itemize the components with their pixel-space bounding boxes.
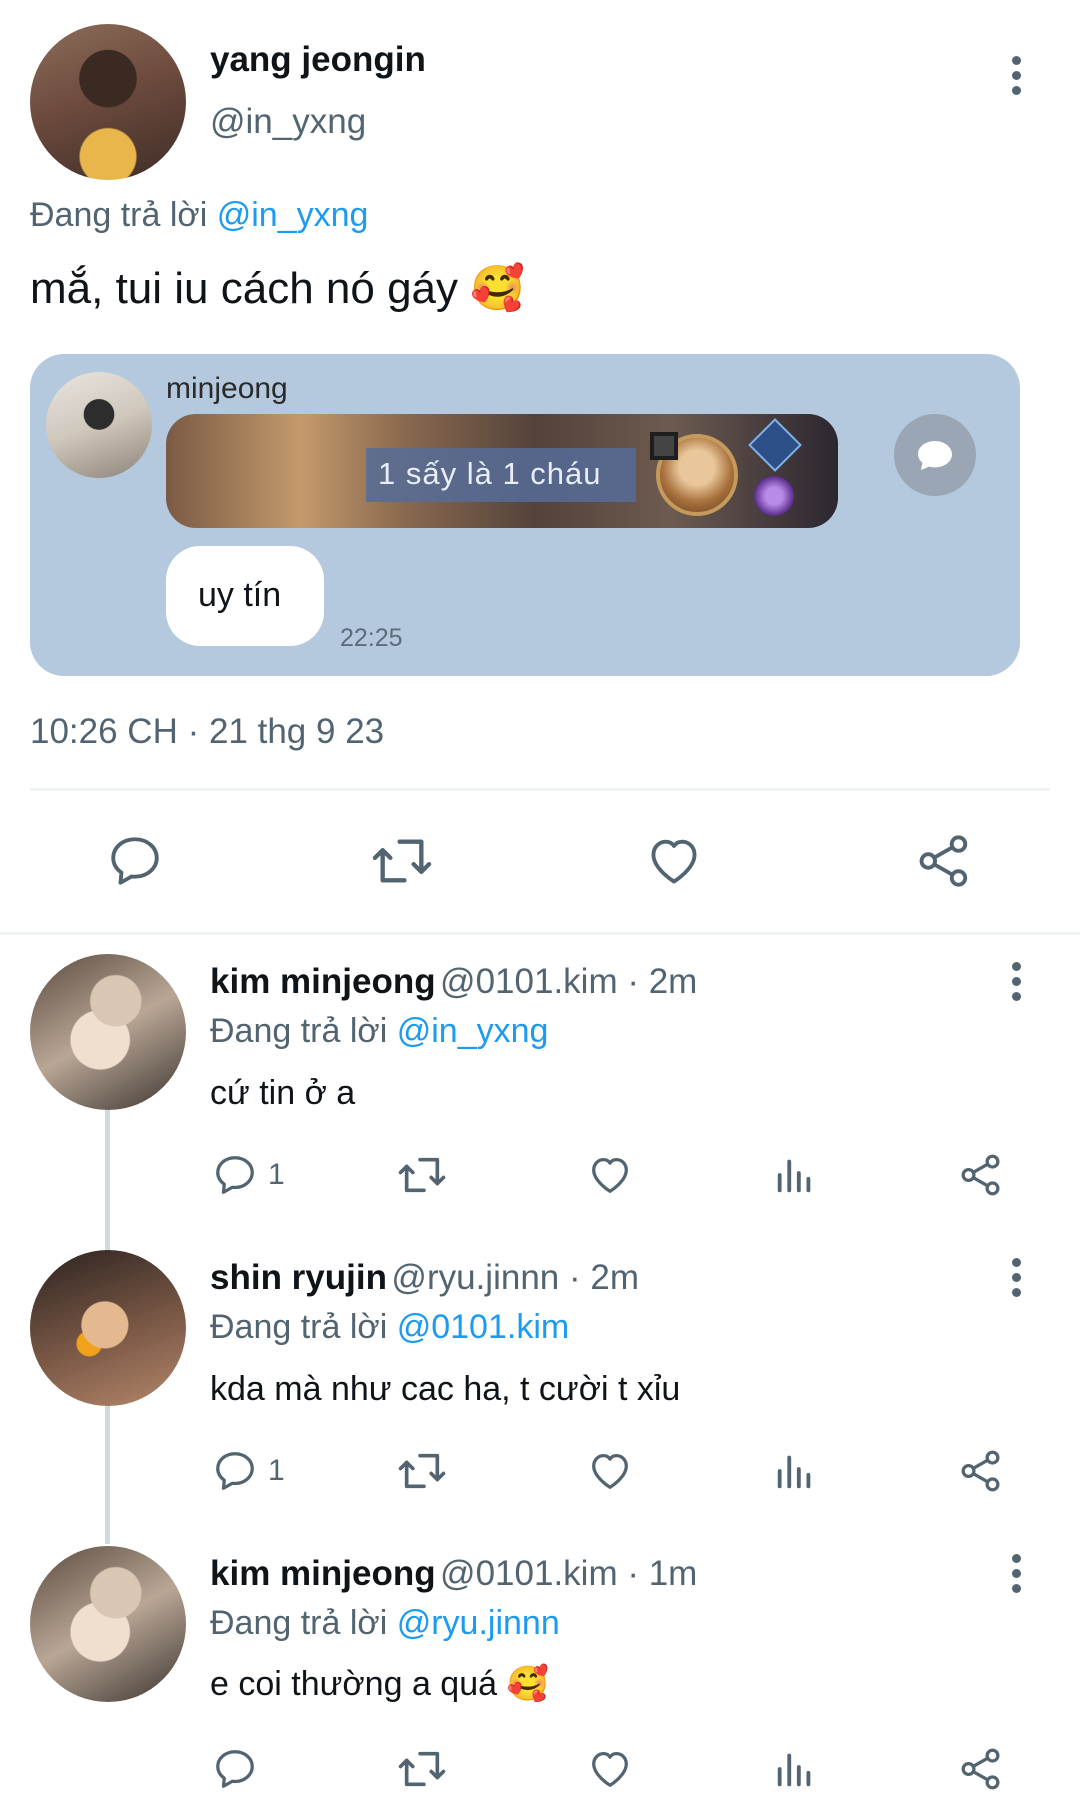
share-icon[interactable] (958, 1448, 1004, 1494)
thread-line (105, 1110, 110, 1250)
game-caption: 1 sấy là 1 cháu (378, 456, 602, 491)
reply-to-line: Đang trả lời @0101.kim (210, 1308, 569, 1347)
reply-display-name[interactable]: shin ryujin (210, 1258, 387, 1297)
like-icon[interactable] (644, 832, 704, 890)
chat-share-button (894, 414, 976, 496)
author-handle[interactable]: @in_yxng (210, 102, 366, 142)
retweet-icon[interactable] (396, 1448, 448, 1494)
reply-icon[interactable] (212, 1746, 258, 1792)
section-divider (0, 932, 1080, 935)
reply-header: shin ryujin @ryu.jinnn · 2m (210, 1258, 639, 1298)
reply-icon[interactable] (106, 832, 164, 890)
reply-text: kda mà như cac ha, t cười t xỉu (210, 1370, 681, 1408)
attached-image[interactable]: minjeong 1 sấy là 1 cháu uy tín 22:25 (30, 354, 1020, 676)
like-icon[interactable] (586, 1746, 634, 1792)
orb-icon (754, 476, 794, 516)
like-icon[interactable] (586, 1448, 634, 1494)
divider (30, 788, 1050, 791)
reply-handle-time[interactable]: @0101.kim · 2m (440, 962, 697, 1001)
views-icon[interactable] (772, 1448, 818, 1494)
reply-count: 1 (268, 1454, 285, 1487)
views-icon[interactable] (772, 1152, 818, 1198)
reply-text: cứ tin ở a (210, 1074, 356, 1112)
like-icon[interactable] (586, 1152, 634, 1198)
reply-header: kim minjeong @0101.kim · 1m (210, 1554, 697, 1594)
frame-square (650, 432, 678, 460)
reply-avatar[interactable] (30, 1546, 186, 1702)
reply-mention-link[interactable]: @in_yxng (217, 196, 369, 234)
reply-count: 1 (268, 1158, 285, 1191)
chat-time: 22:25 (340, 624, 403, 652)
reply-icon[interactable] (212, 1152, 258, 1198)
more-options-icon[interactable] (1010, 1258, 1022, 1298)
thread-line (105, 1406, 110, 1544)
reply-display-name[interactable]: kim minjeong (210, 962, 436, 1001)
share-icon[interactable] (958, 1152, 1004, 1198)
reply-prefix: Đang trả lời (210, 1308, 388, 1346)
share-icon[interactable] (958, 1746, 1004, 1792)
reply-handle-time[interactable]: @ryu.jinnn · 2m (391, 1258, 639, 1297)
chat-sender-avatar (46, 372, 152, 478)
retweet-icon[interactable] (396, 1152, 448, 1198)
more-options-icon[interactable] (1010, 1554, 1022, 1594)
reply-avatar[interactable] (30, 954, 186, 1110)
more-options-icon[interactable] (1010, 56, 1022, 96)
reply-handle-time[interactable]: @0101.kim · 1m (440, 1554, 697, 1593)
reply-avatar[interactable] (30, 1250, 186, 1406)
reply-mention-link[interactable]: @ryu.jinnn (397, 1604, 560, 1642)
reply-to-line: Đang trả lời @in_yxng (210, 1012, 548, 1051)
tweet-text: mắ, tui iu cách nó gáy 🥰 (30, 264, 526, 313)
retweet-icon[interactable] (370, 832, 434, 890)
game-screenshot: 1 sấy là 1 cháu (166, 414, 838, 528)
reply-text: e coi thường a quá 🥰 (210, 1665, 549, 1703)
chat-bubble-icon (918, 441, 952, 470)
reply-to-line: Đang trả lời @in_yxng (30, 196, 368, 235)
author-avatar[interactable] (30, 24, 186, 180)
reply-header: kim minjeong @0101.kim · 2m (210, 962, 697, 1002)
views-icon[interactable] (772, 1746, 818, 1792)
author-display-name[interactable]: yang jeongin (210, 40, 426, 80)
gem-icon (748, 418, 802, 472)
share-icon[interactable] (914, 832, 974, 890)
reply-prefix: Đang trả lời (30, 196, 208, 234)
reply-to-line: Đang trả lời @ryu.jinnn (210, 1604, 560, 1643)
reply-prefix: Đang trả lời (210, 1604, 388, 1642)
tweet-timestamp[interactable]: 10:26 CH · 21 thg 9 23 (30, 712, 384, 752)
reply-icon[interactable] (212, 1448, 258, 1494)
reply-prefix: Đang trả lời (210, 1012, 388, 1050)
retweet-icon[interactable] (396, 1746, 448, 1792)
reply-display-name[interactable]: kim minjeong (210, 1554, 436, 1593)
chat-sender-name: minjeong (166, 372, 288, 405)
more-options-icon[interactable] (1010, 962, 1022, 1002)
reply-mention-link[interactable]: @in_yxng (397, 1012, 549, 1050)
reply-mention-link[interactable]: @0101.kim (397, 1308, 569, 1346)
chat-bubble-text: uy tín (198, 576, 282, 614)
